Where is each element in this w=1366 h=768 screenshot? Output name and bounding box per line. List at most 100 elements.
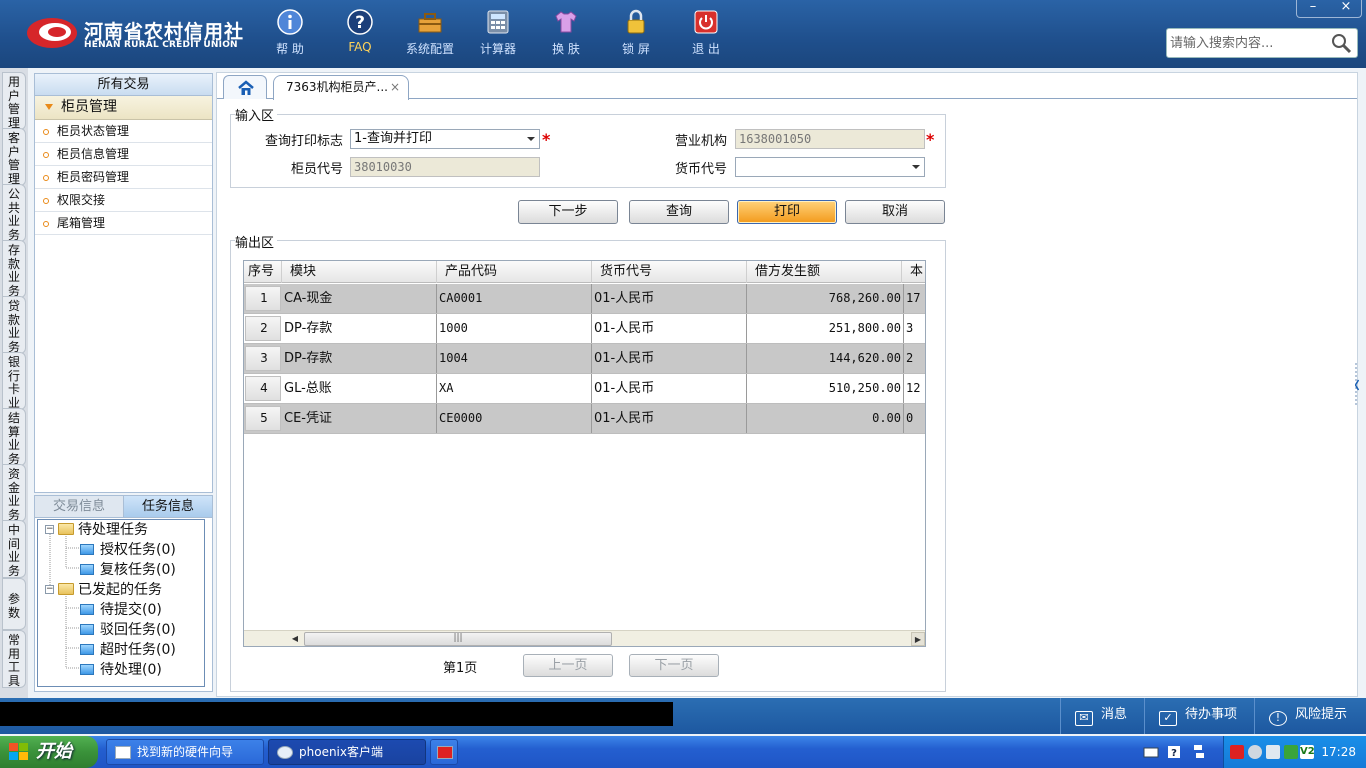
side-collapse-handle-icon[interactable] — [1355, 363, 1359, 407]
column-header[interactable]: 本 — [902, 261, 925, 283]
tray-computer-icon[interactable] — [1266, 745, 1280, 759]
vtab-user-management[interactable]: 用户管理 — [2, 72, 26, 130]
todo-button[interactable]: ✓ 待办事项 — [1144, 698, 1246, 734]
tab-teller-product-report[interactable]: 7363机构柜员产... × — [273, 75, 409, 100]
vtab-parameters[interactable]: 参数 — [2, 578, 26, 630]
org-field[interactable]: 1638001050 — [735, 129, 925, 149]
scroll-left-icon[interactable]: ◀ — [288, 632, 302, 646]
faq-button[interactable]: ? FAQ — [328, 8, 392, 64]
bullet-icon — [43, 220, 49, 227]
nav-item-tail-box[interactable]: 尾箱管理 — [35, 212, 212, 235]
tree-node-initiated-tasks[interactable]: 已发起的任务 — [58, 580, 162, 600]
tray-v2-icon[interactable]: V2 — [1300, 745, 1315, 759]
vtab-customer-management[interactable]: 客户管理 — [2, 128, 26, 186]
column-header[interactable]: 序号 — [244, 261, 282, 283]
cancel-button[interactable]: 取消 — [845, 200, 945, 224]
help-button[interactable]: 帮 助 — [258, 8, 322, 64]
taskbar-item-app[interactable] — [430, 739, 458, 765]
row-index: 3 — [245, 346, 281, 371]
close-button[interactable]: × — [1330, 0, 1362, 17]
output-grid: 序号 模块 产品代码 货币代号 借方发生额 本 1 CA-现金 CA0001 0… — [243, 260, 926, 647]
print-flag-select[interactable]: 1-查询并打印 — [350, 129, 540, 149]
tree-leaf-review-tasks[interactable]: 复核任务(0) — [80, 560, 176, 580]
prev-page-button[interactable]: 上一页 — [523, 654, 613, 677]
collapse-toggle-icon[interactable]: − — [45, 525, 54, 534]
system-config-button[interactable]: 系统配置 — [398, 8, 462, 64]
tree-leaf-auth-tasks[interactable]: 授权任务(0) — [80, 540, 176, 560]
svg-text:?: ? — [355, 13, 365, 33]
start-label: 开始 — [36, 741, 72, 762]
risk-alert-button[interactable]: ! 风险提示 — [1254, 698, 1366, 734]
minimize-button[interactable]: – — [1297, 0, 1329, 17]
tree-leaf-to-process[interactable]: 待处理(0) — [80, 660, 162, 680]
column-header[interactable]: 货币代号 — [592, 261, 747, 283]
scroll-right-icon[interactable]: ▶ — [911, 632, 925, 646]
lock-screen-button[interactable]: 锁 屏 — [604, 8, 668, 64]
search-icon[interactable] — [1329, 32, 1353, 54]
column-header[interactable]: 模块 — [282, 261, 437, 283]
speech-bubble-icon: ! — [1269, 711, 1287, 726]
tray-shield-icon[interactable] — [1284, 745, 1298, 759]
next-step-button[interactable]: 下一步 — [518, 200, 618, 224]
vtab-fund-business[interactable]: 资金业务 — [2, 464, 26, 522]
tab-home[interactable] — [223, 75, 267, 99]
column-header[interactable]: 借方发生额 — [747, 261, 902, 283]
tray-network-icon[interactable] — [1248, 745, 1262, 759]
tab-trade-info[interactable]: 交易信息 — [35, 496, 124, 517]
table-row[interactable]: 4 GL-总账 XA 01-人民币 510,250.00 12 — [244, 374, 925, 404]
tree-leaf-timeout[interactable]: 超时任务(0) — [80, 640, 176, 660]
taskbar-item-phoenix[interactable]: phoenix客户端 — [268, 739, 426, 765]
tray-app-icon[interactable] — [1230, 745, 1244, 759]
window-icon — [115, 746, 131, 759]
vtab-public-business[interactable]: 公共业务 — [2, 184, 26, 242]
search-input[interactable] — [1170, 32, 1320, 54]
vtab-bank-card-business[interactable]: 银行卡业务 — [2, 352, 26, 410]
grid-header: 序号 模块 产品代码 货币代号 借方发生额 本 — [244, 261, 925, 283]
messages-button[interactable]: ✉ 消息 — [1060, 698, 1140, 734]
print-button[interactable]: 打印 — [737, 200, 837, 224]
nav-item-teller-info[interactable]: 柜员信息管理 — [35, 143, 212, 166]
column-header[interactable]: 产品代码 — [437, 261, 592, 283]
scrollbar-thumb[interactable]: ||| — [304, 632, 612, 646]
table-row[interactable]: 3 DP-存款 1004 01-人民币 144,620.00 2 — [244, 344, 925, 374]
vtab-settlement-business[interactable]: 结算业务 — [2, 408, 26, 466]
faq-label: FAQ — [348, 40, 372, 54]
vtab-common-tools[interactable]: 常用工具 — [2, 630, 26, 688]
vertical-module-tabs: 用户管理 客户管理 公共业务 存款业务 贷款业务 银行卡业务 结算业务 资金业务… — [0, 68, 28, 698]
horizontal-scrollbar[interactable]: ◀ ||| ▶ — [244, 630, 925, 646]
cell-extra: 0 — [906, 411, 914, 425]
exit-button[interactable]: 退 出 — [674, 8, 738, 64]
tree-node-label: 待处理任务 — [78, 522, 148, 538]
nav-item-teller-status[interactable]: 柜员状态管理 — [35, 120, 212, 143]
tree-leaf-to-submit[interactable]: 待提交(0) — [80, 600, 162, 620]
vtab-deposit-business[interactable]: 存款业务 — [2, 240, 26, 298]
tab-task-info[interactable]: 任务信息 — [124, 496, 212, 517]
table-row[interactable]: 2 DP-存款 1000 01-人民币 251,800.00 3 — [244, 314, 925, 344]
task-panel: 交易信息 任务信息 − 待处理任务 授权任务(0) 复核任务(0) − 已发起的… — [34, 495, 213, 692]
calculator-icon — [487, 10, 509, 34]
start-button[interactable]: 开始 — [0, 736, 98, 768]
calculator-button[interactable]: 计算器 — [466, 8, 530, 64]
next-page-button[interactable]: 下一页 — [629, 654, 719, 677]
tray-tools-icons[interactable]: ? — [1142, 744, 1218, 760]
vtab-loan-business[interactable]: 贷款业务 — [2, 296, 26, 354]
table-row[interactable]: 1 CA-现金 CA0001 01-人民币 768,260.00 17 — [244, 284, 925, 314]
nav-item-teller-password[interactable]: 柜员密码管理 — [35, 166, 212, 189]
tree-node-pending-tasks[interactable]: 待处理任务 — [58, 520, 148, 540]
change-skin-button[interactable]: 换 肤 — [534, 8, 598, 64]
tree-leaf-rejected[interactable]: 驳回任务(0) — [80, 620, 176, 640]
nav-header[interactable]: 所有交易 — [35, 74, 212, 96]
nav-item-permission-handover[interactable]: 权限交接 — [35, 189, 212, 212]
info-icon — [277, 9, 303, 35]
nav-group-teller-management[interactable]: 柜员管理 — [35, 96, 212, 120]
query-button[interactable]: 查询 — [629, 200, 729, 224]
teller-field[interactable]: 38010030 — [350, 157, 540, 177]
taskbar-item-hardware-wizard[interactable]: 找到新的硬件向导 — [106, 739, 264, 765]
currency-select[interactable] — [735, 157, 925, 177]
collapse-toggle-icon[interactable]: − — [45, 585, 54, 594]
tab-close-icon[interactable]: × — [390, 80, 400, 94]
expand-triangle-icon — [45, 104, 53, 110]
vtab-intermediary-business[interactable]: 中间业务 — [2, 520, 26, 578]
cell-debit: 510,250.00 — [747, 374, 904, 403]
table-row[interactable]: 5 CE-凭证 CE0000 01-人民币 0.00 0 — [244, 404, 925, 434]
